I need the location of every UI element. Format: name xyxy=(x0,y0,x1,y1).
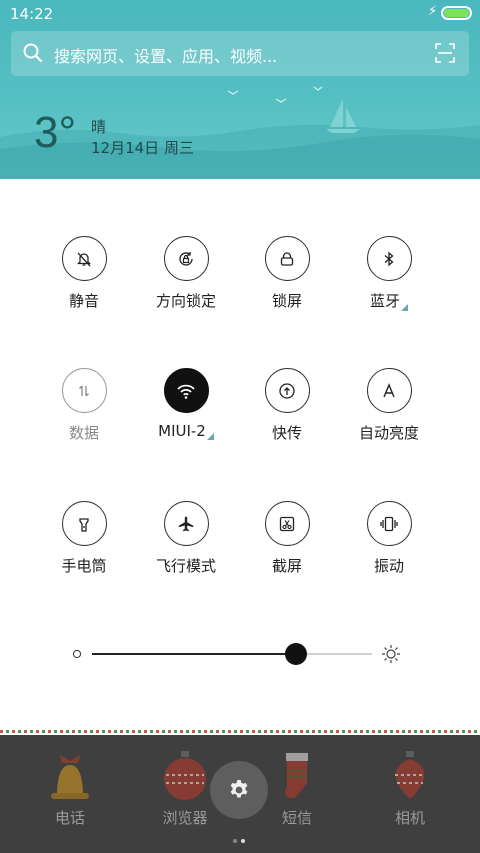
toggle-label: 振动 xyxy=(373,557,404,575)
weather-temperature: 3° xyxy=(34,108,77,157)
toggle-label: 锁屏 xyxy=(271,292,302,310)
toggle-label: 自动亮度 xyxy=(358,424,419,442)
search-bar[interactable]: 搜索网页、设置、应用、视频... xyxy=(11,31,469,76)
toggle-label: 数据 xyxy=(68,424,99,442)
toggle-label: 截屏 xyxy=(271,557,302,575)
wifi-icon xyxy=(177,384,195,399)
ornament-icon xyxy=(164,751,206,800)
scan-icon[interactable] xyxy=(435,43,455,63)
toggle-wifi[interactable]: MIUI-2 xyxy=(131,368,241,440)
screenshot-icon xyxy=(279,516,295,531)
more-indicator-icon xyxy=(206,433,214,440)
charging-icon: ⚡ xyxy=(428,4,438,19)
toggle-label: 飞行模式 xyxy=(155,557,216,575)
battery-icon xyxy=(441,6,472,20)
rotation-lock-icon xyxy=(179,251,193,266)
quick-transfer-icon xyxy=(279,382,295,399)
brightness-slider[interactable] xyxy=(70,640,410,668)
data-arrows-icon xyxy=(79,385,89,396)
weather-header: 14:22 ⚡ 搜索网页、设置、应用、视频... 3° 晴 12月14日 周三 xyxy=(0,0,480,179)
airplane-icon xyxy=(178,516,194,531)
toggle-rotation-lock[interactable]: 方向锁定 xyxy=(131,236,241,311)
toggle-label: MIUI-2 xyxy=(158,422,206,440)
toggle-mobile-data[interactable]: 数据 xyxy=(29,368,139,443)
settings-button[interactable] xyxy=(210,761,268,819)
status-bar: 14:22 ⚡ xyxy=(0,0,480,28)
toggle-screenshot[interactable]: 截屏 xyxy=(232,501,342,576)
status-time: 14:22 xyxy=(10,5,54,23)
brightness-high-icon xyxy=(382,645,400,663)
ornament-icon xyxy=(395,751,425,799)
bell-off-icon xyxy=(76,252,92,266)
gear-icon xyxy=(230,780,248,798)
toggle-quick-transfer[interactable]: 快传 xyxy=(232,368,342,443)
toggle-bluetooth[interactable]: 蓝牙 xyxy=(334,236,444,311)
dock-app-label: 浏览器 xyxy=(162,809,208,827)
flashlight-icon xyxy=(79,517,89,532)
dock-app-camera[interactable]: 相机 xyxy=(365,745,455,828)
lock-icon xyxy=(280,251,294,266)
brightness-thumb[interactable] xyxy=(285,643,308,665)
toggle-label: 手电筒 xyxy=(61,557,107,575)
weather-condition: 晴 xyxy=(91,118,107,136)
bluetooth-icon xyxy=(384,251,394,266)
toggle-lock-screen[interactable]: 锁屏 xyxy=(232,236,342,311)
toggle-label: 方向锁定 xyxy=(155,292,216,310)
toggle-label: 静音 xyxy=(68,292,99,310)
toggle-mute[interactable]: 静音 xyxy=(29,236,139,311)
page-indicator xyxy=(233,828,249,847)
brightness-track[interactable] xyxy=(92,653,372,655)
dock-app-label: 短信 xyxy=(281,809,312,827)
page-dot-current xyxy=(241,839,245,843)
search-icon xyxy=(23,43,43,63)
stocking-icon xyxy=(284,753,308,799)
page-dot xyxy=(233,839,237,843)
toggle-label: 快传 xyxy=(271,424,302,442)
dock-app-label: 电话 xyxy=(54,809,85,827)
bell-ornament-icon xyxy=(51,755,89,799)
search-placeholder: 搜索网页、设置、应用、视频... xyxy=(54,47,278,66)
toggle-vibrate[interactable]: 振动 xyxy=(334,501,444,576)
dock-app-label: 相机 xyxy=(394,809,425,827)
dock-app-phone[interactable]: 电话 xyxy=(25,745,115,828)
toggle-auto-brightness[interactable]: 自动亮度 xyxy=(334,368,444,443)
toggle-airplane-mode[interactable]: 飞行模式 xyxy=(131,501,241,576)
more-indicator-icon xyxy=(401,304,408,311)
toggle-label: 蓝牙 xyxy=(369,292,400,310)
brightness-fill xyxy=(92,653,297,655)
weather-date: 12月14日 周三 xyxy=(91,139,194,157)
decorative-lights xyxy=(0,730,480,733)
vibrate-icon xyxy=(380,516,398,531)
toggle-flashlight[interactable]: 手电筒 xyxy=(29,501,139,576)
brightness-low-icon xyxy=(72,649,82,659)
auto-brightness-icon xyxy=(383,382,395,397)
